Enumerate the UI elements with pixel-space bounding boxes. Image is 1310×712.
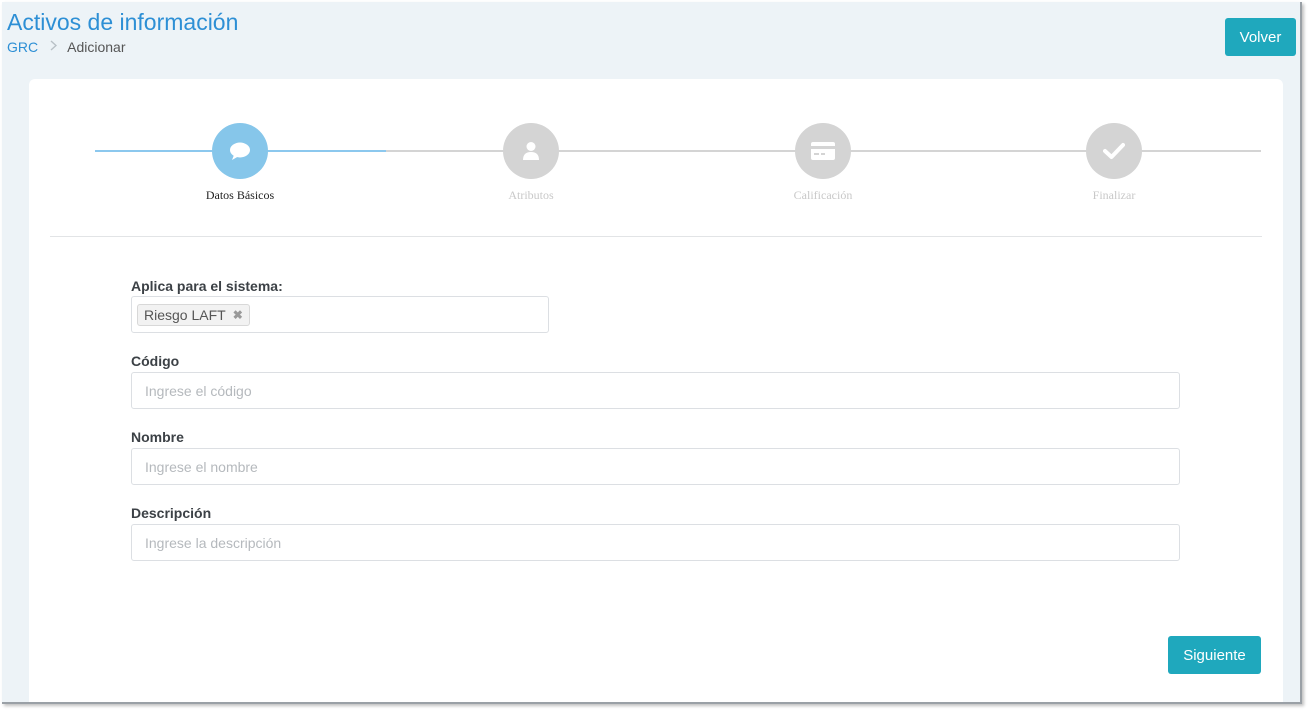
breadcrumb-grc-link[interactable]: GRC	[7, 39, 38, 55]
wizard-stepper: Datos Básicos Atributos Calificación Fin…	[29, 79, 1283, 229]
page-title: Activos de información	[7, 9, 239, 35]
step-label: Calificación	[793, 188, 853, 202]
description-field-wrapper	[131, 524, 1180, 561]
name-field-wrapper	[131, 448, 1180, 485]
description-label: Descripción	[131, 505, 212, 521]
step-calificacion[interactable]: Calificación	[743, 123, 903, 203]
step-label: Datos Básicos	[205, 188, 275, 202]
back-button[interactable]: Volver	[1225, 18, 1296, 56]
step-label: Finalizar	[1092, 188, 1136, 202]
step-atributos[interactable]: Atributos	[451, 123, 611, 203]
description-input[interactable]	[132, 525, 1179, 560]
step-finalizar[interactable]: Finalizar	[1034, 123, 1194, 203]
credit-card-icon	[795, 123, 851, 179]
system-multiselect[interactable]: Riesgo LAFT ✖	[131, 296, 549, 333]
chevron-right-icon	[50, 40, 58, 54]
step-datos-basicos[interactable]: Datos Básicos	[160, 123, 320, 203]
name-label: Nombre	[131, 429, 184, 445]
step-label: Atributos	[508, 188, 554, 202]
breadcrumb-current: Adicionar	[67, 39, 126, 55]
code-input[interactable]	[132, 373, 1179, 408]
selected-tag: Riesgo LAFT ✖	[137, 304, 250, 326]
check-icon	[1086, 123, 1142, 179]
code-label: Código	[131, 353, 180, 369]
user-icon	[503, 123, 559, 179]
app-window: Activos de información GRC Adicionar Vol…	[2, 2, 1302, 704]
form-card: Datos Básicos Atributos Calificación Fin…	[29, 79, 1283, 702]
breadcrumb: GRC Adicionar	[7, 39, 126, 55]
remove-tag-icon[interactable]: ✖	[233, 308, 243, 322]
section-divider	[50, 236, 1262, 237]
tag-label: Riesgo LAFT	[144, 307, 226, 323]
chat-bubble-icon	[212, 123, 268, 179]
next-button[interactable]: Siguiente	[1168, 636, 1261, 674]
name-input[interactable]	[132, 449, 1179, 484]
system-label: Aplica para el sistema:	[131, 278, 283, 294]
code-field-wrapper	[131, 372, 1180, 409]
